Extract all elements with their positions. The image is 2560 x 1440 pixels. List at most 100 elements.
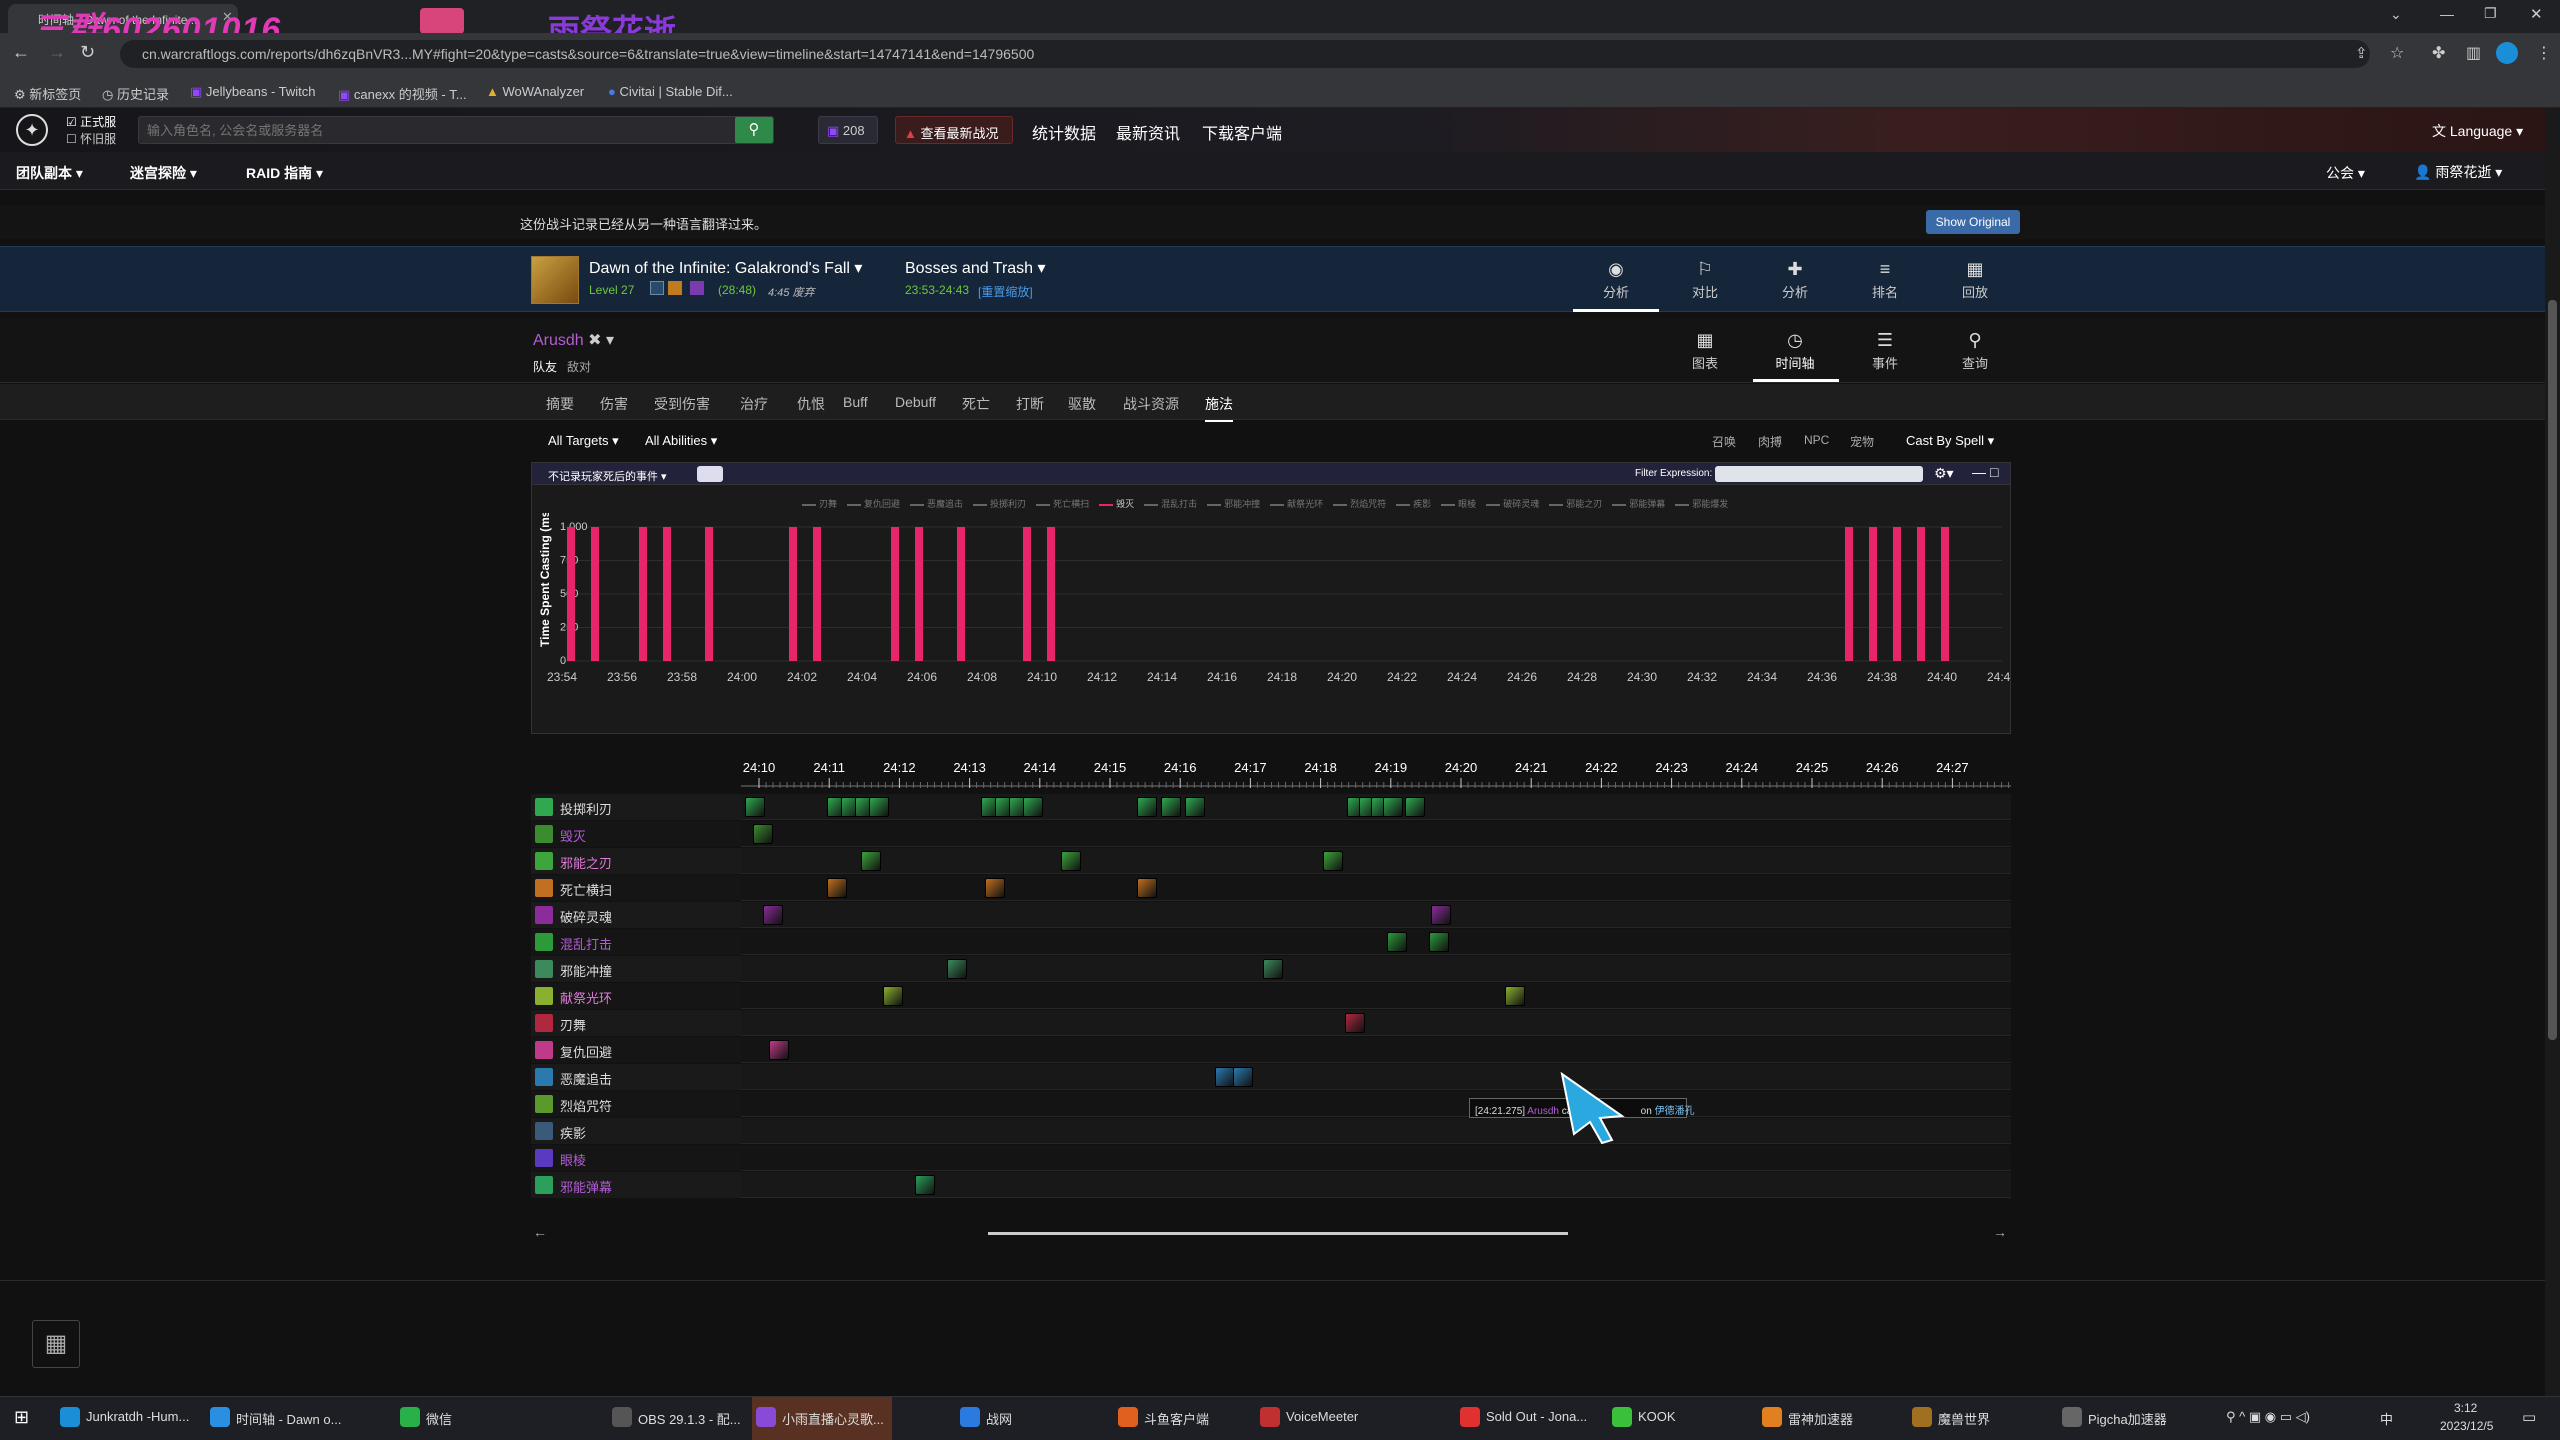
ability-name[interactable]: 疾影 xyxy=(560,1123,586,1142)
bookmark-wowanalyzer[interactable]: ▲ WoWAnalyzer xyxy=(486,84,584,99)
bar[interactable] xyxy=(813,527,821,661)
bar[interactable] xyxy=(1869,527,1877,661)
chevron-down-icon[interactable]: ⌄ xyxy=(2390,6,2402,23)
qr-code-icon[interactable]: ▦ xyxy=(32,1320,80,1368)
page-scroll-thumb[interactable] xyxy=(2548,300,2557,1040)
taskbar-app-icon[interactable] xyxy=(210,1407,230,1427)
bar[interactable] xyxy=(1845,527,1853,661)
menu-raid-guide[interactable]: RAID 指南 ▾ xyxy=(246,163,323,183)
view-events[interactable]: ☰ 事件 xyxy=(1850,330,1920,372)
taskbar-app-icon[interactable] xyxy=(756,1407,776,1427)
cast-event[interactable] xyxy=(753,824,773,844)
taskbar-app-icon[interactable] xyxy=(1260,1407,1280,1427)
back-icon[interactable]: ← xyxy=(12,42,30,63)
legend-item[interactable]: 恶魔追击 xyxy=(910,499,963,509)
cast-event[interactable] xyxy=(1429,932,1449,952)
legend-item[interactable]: 混乱打击 xyxy=(1144,499,1197,509)
notification-icon[interactable]: ▭ xyxy=(2522,1408,2536,1426)
maximize-icon[interactable]: ❐ xyxy=(2484,5,2497,22)
filter-summons[interactable]: 召唤 xyxy=(1712,433,1736,450)
filter-melee[interactable]: 肉搏 xyxy=(1758,433,1782,450)
cast-event[interactable] xyxy=(1137,878,1157,898)
language-menu[interactable]: 文 Language ▾ xyxy=(2432,121,2523,141)
profile-avatar[interactable] xyxy=(2496,42,2518,64)
nav-download-client[interactable]: 下载客户端 xyxy=(1202,120,1282,144)
ability-name[interactable]: 献祭光环 xyxy=(560,988,612,1007)
taskbar-app-5[interactable]: 小雨直播心灵歌... xyxy=(782,1409,884,1428)
scroll-left-icon[interactable]: ← xyxy=(533,1224,547,1240)
window-close-icon[interactable]: ✕ xyxy=(2530,5,2543,23)
taskbar-app-icon[interactable] xyxy=(1912,1407,1932,1427)
cast-event[interactable] xyxy=(1023,797,1043,817)
cast-event[interactable] xyxy=(1137,797,1157,817)
legend-item[interactable]: 投掷利刃 xyxy=(973,499,1026,509)
sidepanel-icon[interactable]: ▥ xyxy=(2466,43,2481,63)
menu-guild[interactable]: 公会 ▾ xyxy=(2326,163,2365,183)
ability-name[interactable]: 复仇回避 xyxy=(560,1042,612,1061)
cast-event[interactable] xyxy=(883,986,903,1006)
bar[interactable] xyxy=(957,527,965,661)
bar[interactable] xyxy=(705,527,713,661)
search-input[interactable] xyxy=(147,120,727,140)
taskbar-app-4[interactable]: OBS 29.1.3 - 配... xyxy=(638,1409,741,1428)
cast-event[interactable] xyxy=(1233,1067,1253,1087)
user-menu[interactable]: 👤 雨祭花逝 ▾ xyxy=(2414,162,2502,182)
bar[interactable] xyxy=(1047,527,1055,661)
subtab-3[interactable]: 受到伤害 xyxy=(654,394,710,414)
ability-name[interactable]: 刃舞 xyxy=(560,1015,586,1034)
more-menu-icon[interactable]: ⋮ xyxy=(2536,43,2552,63)
reset-zoom-link[interactable]: [重置缩放] xyxy=(978,283,1033,300)
search-icon[interactable]: ⚲ xyxy=(735,117,773,143)
legend-item[interactable]: 疾影 xyxy=(1396,499,1431,509)
cast-event[interactable] xyxy=(1061,851,1081,871)
clock-date[interactable]: 2023/12/5 xyxy=(2440,1419,2493,1433)
cast-event[interactable] xyxy=(745,797,765,817)
taskbar-app-11[interactable]: 雷神加速器 xyxy=(1788,1409,1853,1428)
bookmark-civitai[interactable]: ● Civitai | Stable Dif... xyxy=(608,84,733,99)
extensions-icon[interactable]: ✤ xyxy=(2432,43,2445,63)
ability-name[interactable]: 毁灭 xyxy=(560,826,586,845)
subtab-8[interactable]: 死亡 xyxy=(962,394,990,414)
nav-news[interactable]: 最新资讯 xyxy=(1116,120,1180,144)
windows-start-icon[interactable]: ⊞ xyxy=(14,1407,29,1428)
forward-icon[interactable]: → xyxy=(48,42,66,63)
cast-event[interactable] xyxy=(915,1175,935,1195)
subtab-4[interactable]: 治疗 xyxy=(740,394,768,414)
show-original-button[interactable]: Show Original xyxy=(1926,210,2020,234)
legend-item[interactable]: 邪能爆发 xyxy=(1675,499,1728,509)
bar[interactable] xyxy=(1917,527,1925,661)
cast-event[interactable] xyxy=(1161,797,1181,817)
taskbar-app-icon[interactable] xyxy=(1460,1407,1480,1427)
subtab-5[interactable]: 仇恨 xyxy=(797,394,825,414)
ability-name[interactable]: 烈焰咒符 xyxy=(560,1096,612,1115)
ability-name[interactable]: 眼棱 xyxy=(560,1150,586,1169)
expand-graph-icon[interactable]: □ xyxy=(1990,464,1998,480)
cast-event[interactable] xyxy=(827,878,847,898)
latest-report-button[interactable]: ▲ 查看最新战况 xyxy=(895,116,1013,144)
subtab-7[interactable]: Debuff xyxy=(895,394,936,410)
legend-item[interactable]: 邪能冲撞 xyxy=(1207,499,1260,509)
bookmark-history[interactable]: ◷ 历史记录 xyxy=(102,84,169,103)
all-abilities-select[interactable]: All Abilities ▾ xyxy=(645,433,717,449)
bar[interactable] xyxy=(591,527,599,661)
top-nav-analysis[interactable]: ◉ 分析 xyxy=(1581,259,1651,301)
cast-event[interactable] xyxy=(869,797,889,817)
taskbar-app-6[interactable]: 战网 xyxy=(986,1409,1012,1428)
taskbar-app-9[interactable]: Sold Out - Jona... xyxy=(1486,1409,1587,1424)
tray-icons[interactable]: ⚲ ^ ▣ ◉ ▭ ◁) xyxy=(2226,1409,2310,1425)
legend-item[interactable]: 刃舞 xyxy=(802,499,837,509)
taskbar-app-icon[interactable] xyxy=(1118,1407,1138,1427)
taskbar-app-icon[interactable] xyxy=(612,1407,632,1427)
cast-event[interactable] xyxy=(1431,905,1451,925)
ability-name[interactable]: 邪能弹幕 xyxy=(560,1177,612,1196)
timeline-scrollbar[interactable]: ← → xyxy=(533,1224,2013,1244)
subtab-1[interactable]: 摘要 xyxy=(546,394,574,414)
nav-statistics[interactable]: 统计数据 xyxy=(1032,120,1096,144)
subtab-9[interactable]: 打断 xyxy=(1016,394,1044,414)
taskbar-app-7[interactable]: 斗鱼客户端 xyxy=(1144,1409,1209,1428)
subtab-2[interactable]: 伤害 xyxy=(600,394,628,414)
input-language[interactable]: 中 xyxy=(2380,1409,2393,1428)
cast-event[interactable] xyxy=(1185,797,1205,817)
taskbar-app-3[interactable]: 微信 xyxy=(426,1409,452,1428)
clock-time[interactable]: 3:12 xyxy=(2454,1401,2477,1415)
